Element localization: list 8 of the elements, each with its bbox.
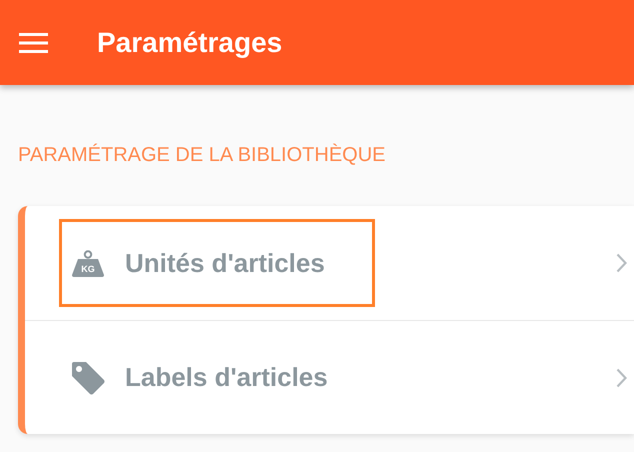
menu-icon[interactable]: [19, 32, 48, 52]
chevron-right-icon[interactable]: [616, 253, 627, 273]
settings-item[interactable]: Unités d'articles: [125, 244, 325, 282]
chevron-right-icon[interactable]: [616, 368, 627, 388]
section-title: PARAMÉTRAGE DE LA BIBLIOTHÈQUE: [18, 142, 386, 164]
tag-icon: [71, 360, 105, 394]
page-title: Paramétrages: [97, 26, 282, 60]
settings-item[interactable]: Labels d'articles: [125, 358, 328, 397]
